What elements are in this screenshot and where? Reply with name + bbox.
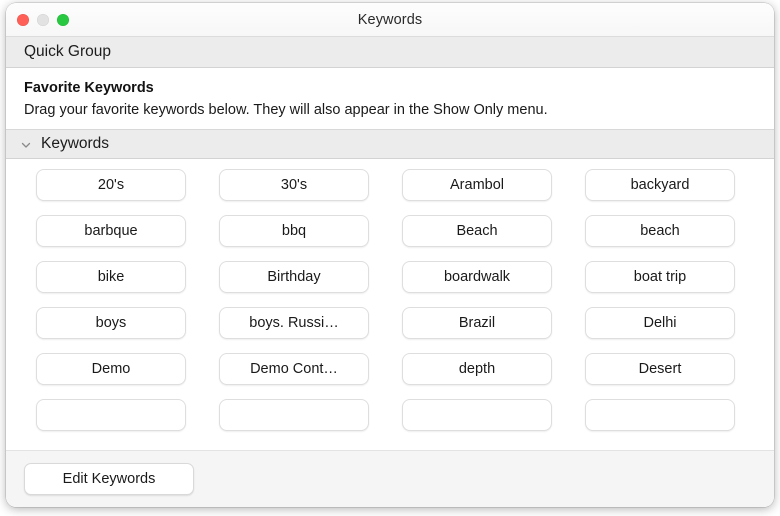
minimize-button[interactable]: [37, 14, 49, 26]
favorite-keywords-title: Favorite Keywords: [24, 78, 756, 98]
keyword-token[interactable]: Brazil: [402, 307, 552, 339]
zoom-button[interactable]: [57, 14, 69, 26]
keywords-window: Keywords Quick Group Favorite Keywords D…: [6, 3, 774, 507]
window-title: Keywords: [358, 12, 422, 28]
keyword-token[interactable]: [402, 399, 552, 431]
edit-keywords-button[interactable]: Edit Keywords: [24, 463, 194, 495]
keyword-token[interactable]: Desert: [585, 353, 735, 385]
window-titlebar: Keywords: [6, 3, 774, 37]
keyword-token[interactable]: bike: [36, 261, 186, 293]
window-footer: Edit Keywords: [6, 450, 774, 507]
keyword-token[interactable]: Delhi: [585, 307, 735, 339]
keywords-section-label: Keywords: [41, 135, 109, 153]
keyword-token[interactable]: Beach: [402, 215, 552, 247]
quick-group-tab[interactable]: Quick Group: [6, 37, 774, 68]
keywords-grid: 20's 30's Arambol backyard barbque bbq Beach be…: [6, 159, 774, 431]
keywords-section-header[interactable]: Keywords: [6, 129, 774, 159]
keyword-token[interactable]: beach: [585, 215, 735, 247]
keyword-token[interactable]: boys: [36, 307, 186, 339]
keyword-token[interactable]: 20's: [36, 169, 186, 201]
chevron-down-icon[interactable]: [20, 138, 32, 150]
keyword-token[interactable]: Arambol: [402, 169, 552, 201]
keyword-token[interactable]: barbque: [36, 215, 186, 247]
keyword-token[interactable]: boys. Russi…: [219, 307, 369, 339]
keyword-token[interactable]: backyard: [585, 169, 735, 201]
keyword-token[interactable]: Demo Cont…: [219, 353, 369, 385]
favorite-keywords-panel: Favorite Keywords Drag your favorite key…: [6, 68, 774, 129]
keyword-token[interactable]: Birthday: [219, 261, 369, 293]
window-controls: [17, 3, 69, 36]
keywords-scroll-area[interactable]: 20's 30's Arambol backyard barbque bbq Beach be…: [6, 159, 774, 450]
keyword-token[interactable]: 30's: [219, 169, 369, 201]
keyword-token[interactable]: [585, 399, 735, 431]
keyword-token[interactable]: Demo: [36, 353, 186, 385]
keyword-token[interactable]: boardwalk: [402, 261, 552, 293]
close-button[interactable]: [17, 14, 29, 26]
quick-group-label: Quick Group: [24, 43, 111, 61]
keyword-token[interactable]: bbq: [219, 215, 369, 247]
keyword-token[interactable]: depth: [402, 353, 552, 385]
keyword-token[interactable]: [219, 399, 369, 431]
favorite-keywords-description: Drag your favorite keywords below. They …: [24, 99, 714, 121]
keyword-token[interactable]: boat trip: [585, 261, 735, 293]
keyword-token[interactable]: [36, 399, 186, 431]
